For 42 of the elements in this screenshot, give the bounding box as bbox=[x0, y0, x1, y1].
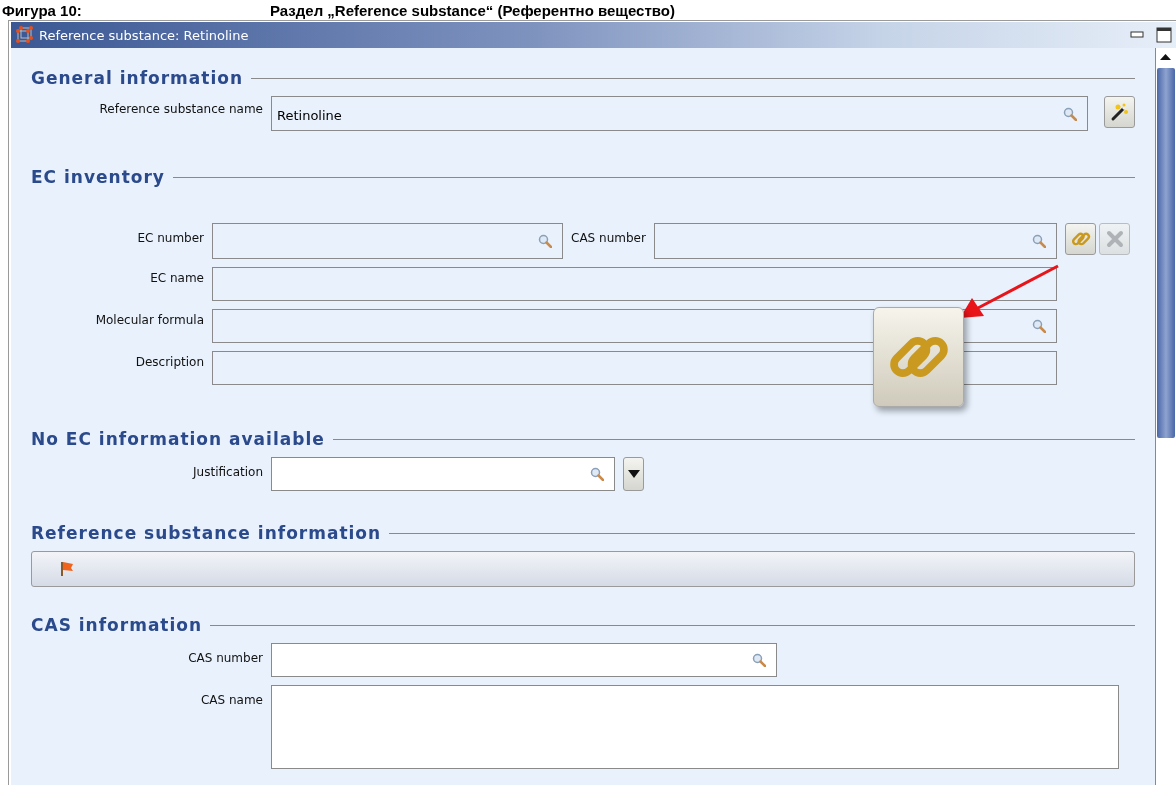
section-heading: Reference substance information bbox=[31, 523, 382, 543]
wand-button[interactable] bbox=[1104, 96, 1135, 128]
dropdown-button[interactable] bbox=[623, 457, 644, 491]
field-label: Justification bbox=[191, 464, 263, 479]
scrollbar[interactable] bbox=[1155, 48, 1176, 785]
search-icon[interactable] bbox=[1032, 234, 1046, 248]
magic-wand-icon bbox=[1109, 102, 1130, 122]
cube-icon bbox=[15, 26, 33, 44]
scrollbar-thumb[interactable] bbox=[1157, 68, 1175, 438]
search-icon[interactable] bbox=[1063, 106, 1077, 121]
maximize-icon[interactable] bbox=[1156, 27, 1172, 43]
figure-caption: Раздел „Reference substance“ (Референтно вещество) bbox=[270, 2, 675, 18]
input-field[interactable] bbox=[212, 267, 1057, 301]
field-label: EC number bbox=[136, 230, 204, 245]
field-label: CAS number bbox=[187, 650, 263, 665]
field-label: Reference substance name bbox=[98, 101, 263, 116]
field-label: CAS name bbox=[199, 692, 263, 707]
text-area[interactable] bbox=[271, 685, 1119, 769]
link-button[interactable] bbox=[1065, 223, 1096, 255]
caret-icon bbox=[627, 470, 640, 478]
search-icon[interactable] bbox=[752, 653, 766, 667]
field-label: Description bbox=[134, 354, 204, 369]
field-label: Molecular formula bbox=[94, 312, 204, 327]
section-heading: CAS information bbox=[31, 615, 203, 635]
input-field[interactable]: Retinoline bbox=[271, 96, 1088, 131]
field-label: EC name bbox=[149, 270, 204, 285]
flag-icon bbox=[60, 561, 74, 577]
input-field[interactable] bbox=[653, 223, 1057, 259]
minimize-icon[interactable] bbox=[1130, 31, 1144, 39]
field-label: CAS number bbox=[571, 230, 646, 245]
input-field[interactable] bbox=[212, 223, 563, 259]
figure-number: Фигура 10: bbox=[2, 2, 83, 18]
search-icon[interactable] bbox=[538, 234, 552, 248]
section-heading: General information bbox=[31, 68, 244, 88]
section-heading: EC inventory bbox=[31, 167, 165, 187]
input-field[interactable] bbox=[271, 457, 615, 491]
input-field[interactable] bbox=[271, 643, 777, 677]
search-icon[interactable] bbox=[590, 467, 604, 481]
close-icon bbox=[1104, 229, 1125, 249]
search-icon[interactable] bbox=[1032, 319, 1046, 333]
section-heading: No EC information available bbox=[31, 429, 325, 449]
window-title: Reference substance: Retinoline bbox=[39, 27, 250, 43]
